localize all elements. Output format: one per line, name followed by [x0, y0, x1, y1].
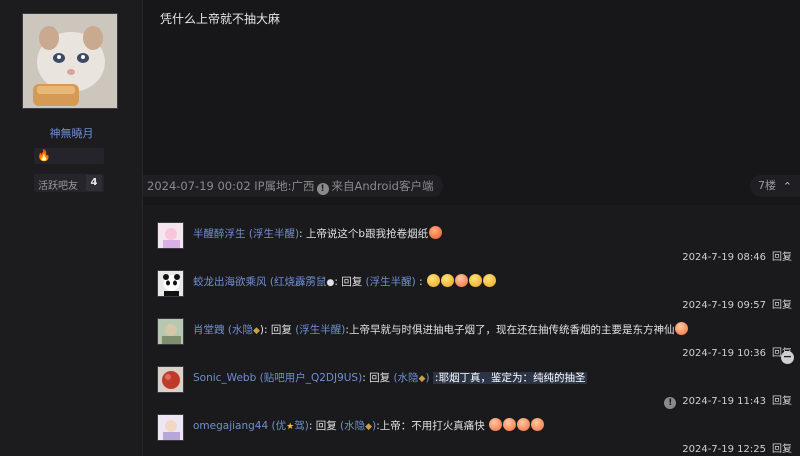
reply-sep: : [299, 228, 303, 240]
reply-line: 半醒醉浮生 (浮生半醒): 上帝说这个b跟我抢卷烟纸 [193, 225, 443, 243]
fans-label: 活跃吧友 [38, 181, 78, 192]
reply-user-tag[interactable]: (红烧霹雳鼠 [270, 276, 327, 288]
reply-word: 回复 [315, 420, 337, 432]
reply-sep: : [308, 420, 313, 432]
emoji-icon [429, 226, 443, 239]
reply-item: 蛟龙出海欲乘风 (红烧霹雳鼠●: 回复 (浮生半醒) : 2024-7-19 0… [143, 261, 800, 311]
emoji-icon [426, 274, 440, 287]
author-name[interactable]: 神無曉月 [0, 125, 143, 141]
emoji-icon [517, 418, 531, 431]
fire-icon: 🔥 [37, 149, 51, 162]
emoji-icon [454, 274, 468, 287]
reply-avatar[interactable] [157, 414, 184, 441]
emoji-icon [675, 322, 689, 335]
collapse-icon[interactable]: − [781, 351, 794, 364]
floor-toggle[interactable]: 7楼 ⌃ [750, 175, 800, 197]
reply-button[interactable]: 回复 [772, 444, 792, 455]
reply-item: 肖堂跩 (水隐◆): 回复 (浮生半醒):上帝早就与时俱进抽电子烟了，现在还在抽… [143, 309, 800, 359]
post-time-ip: 2024-07-19 00:02 IP属地:广西 [147, 179, 315, 193]
reply-line: 蛟龙出海欲乘风 (红烧霹雳鼠●: 回复 (浮生半醒) : [193, 273, 496, 291]
emoji-icon [503, 418, 517, 431]
reply-to-user[interactable]: (浮生半醒) [366, 276, 416, 288]
floor-number: 7楼 [758, 179, 776, 192]
reply-sep: : [362, 372, 366, 384]
reply-text: 上帝说这个b跟我抢卷烟纸 [305, 228, 429, 240]
reply-username[interactable]: 肖堂跩 [193, 324, 225, 336]
reply-item: omegajiang44 (优★驾): 回复 (水隐◆):上帝：不用打火真痛快 … [143, 405, 800, 455]
reply-footer: 2024-7-19 12:25 回复 [682, 440, 792, 455]
reply-avatar[interactable] [157, 222, 184, 249]
reply-user-tag[interactable]: (水隐 [228, 324, 253, 336]
reply-to-user[interactable]: (水隐 [393, 372, 418, 384]
star-icon: ★ [286, 422, 295, 432]
reply-word: 回复 [341, 276, 363, 288]
fans-level: 4 [86, 175, 102, 191]
warning-icon[interactable]: ! [316, 183, 329, 195]
reply-time: 2024-7-19 12:25 [682, 444, 766, 455]
emoji-icon [531, 418, 545, 431]
reply-line: Sonic_Webb (贴吧用户_Q2DJ9US): 回复 (水隐◆) :耶烟丁… [193, 372, 588, 384]
reply-user-tag[interactable]: (贴吧用户_Q2DJ9US) [260, 372, 363, 384]
reply-username[interactable]: 半醒醉浮生 [193, 228, 246, 240]
reply-word: 回复 [369, 372, 391, 384]
reply-text: : [419, 276, 423, 288]
post-meta: 2024-07-19 00:02 IP属地:广西! 来自Android客户端 [143, 175, 444, 197]
reply-word: 回复 [270, 324, 292, 336]
reply-user-tag-end[interactable]: 驾) [294, 420, 309, 432]
reply-username[interactable]: 蛟龙出海欲乘风 [193, 276, 267, 288]
post-meta-bar: 2024-07-19 00:02 IP属地:广西! 来自Android客户端 7楼… [143, 175, 800, 197]
post-source: 来自Android客户端 [331, 179, 434, 193]
chevron-up-icon[interactable]: ⌃ [783, 176, 792, 198]
reply-text-highlighted: :耶烟丁真，鉴定为：纯纯的抽圣 [432, 372, 588, 384]
emoji-icon [489, 418, 503, 431]
reply-text: :上帝早就与时俱进抽电子烟了，现在还在抽传统香烟的主要是东方神仙 [345, 324, 675, 336]
author-avatar[interactable] [22, 13, 118, 109]
fans-badge[interactable]: 活跃吧友 4 [34, 174, 104, 192]
reply-to-user[interactable]: (水隐 [340, 420, 365, 432]
emoji-icon [440, 274, 454, 287]
reply-to-user[interactable]: (浮生半醒) [295, 324, 345, 336]
reply-user-tag[interactable]: (优 [272, 420, 287, 432]
reply-avatar[interactable] [157, 366, 184, 393]
reply-text: :上帝：不用打火真痛快 [376, 420, 485, 432]
reply-user-tag[interactable]: (浮生半醒) [249, 228, 299, 240]
badge-icon: ◆ [252, 326, 260, 336]
reply-sep: : [334, 276, 338, 288]
emoji-icon [482, 274, 496, 287]
reply-sep: ): [259, 324, 268, 336]
reply-item: − Sonic_Webb (贴吧用户_Q2DJ9US): 回复 (水隐◆) :耶… [143, 351, 800, 409]
emoji-icon [468, 274, 482, 287]
author-panel: 神無曉月 🔥 活跃吧友 4 [0, 0, 143, 456]
reply-avatar[interactable] [157, 318, 184, 345]
reply-username[interactable]: omegajiang44 [193, 420, 268, 432]
post-content: 凭什么上帝就不抽大麻 [160, 12, 281, 26]
reply-username[interactable]: Sonic_Webb [193, 372, 256, 384]
author-badge[interactable]: 🔥 [34, 148, 104, 164]
reply-line: 肖堂跩 (水隐◆): 回复 (浮生半醒):上帝早就与时俱进抽电子烟了，现在还在抽… [193, 321, 689, 339]
reply-line: omegajiang44 (优★驾): 回复 (水隐◆):上帝：不用打火真痛快 [193, 417, 545, 435]
reply-item: 半醒醉浮生 (浮生半醒): 上帝说这个b跟我抢卷烟纸 2024-7-19 08:… [143, 213, 800, 263]
reply-list: 半醒醉浮生 (浮生半醒): 上帝说这个b跟我抢卷烟纸 2024-7-19 08:… [143, 205, 800, 456]
reply-avatar[interactable] [157, 270, 184, 297]
